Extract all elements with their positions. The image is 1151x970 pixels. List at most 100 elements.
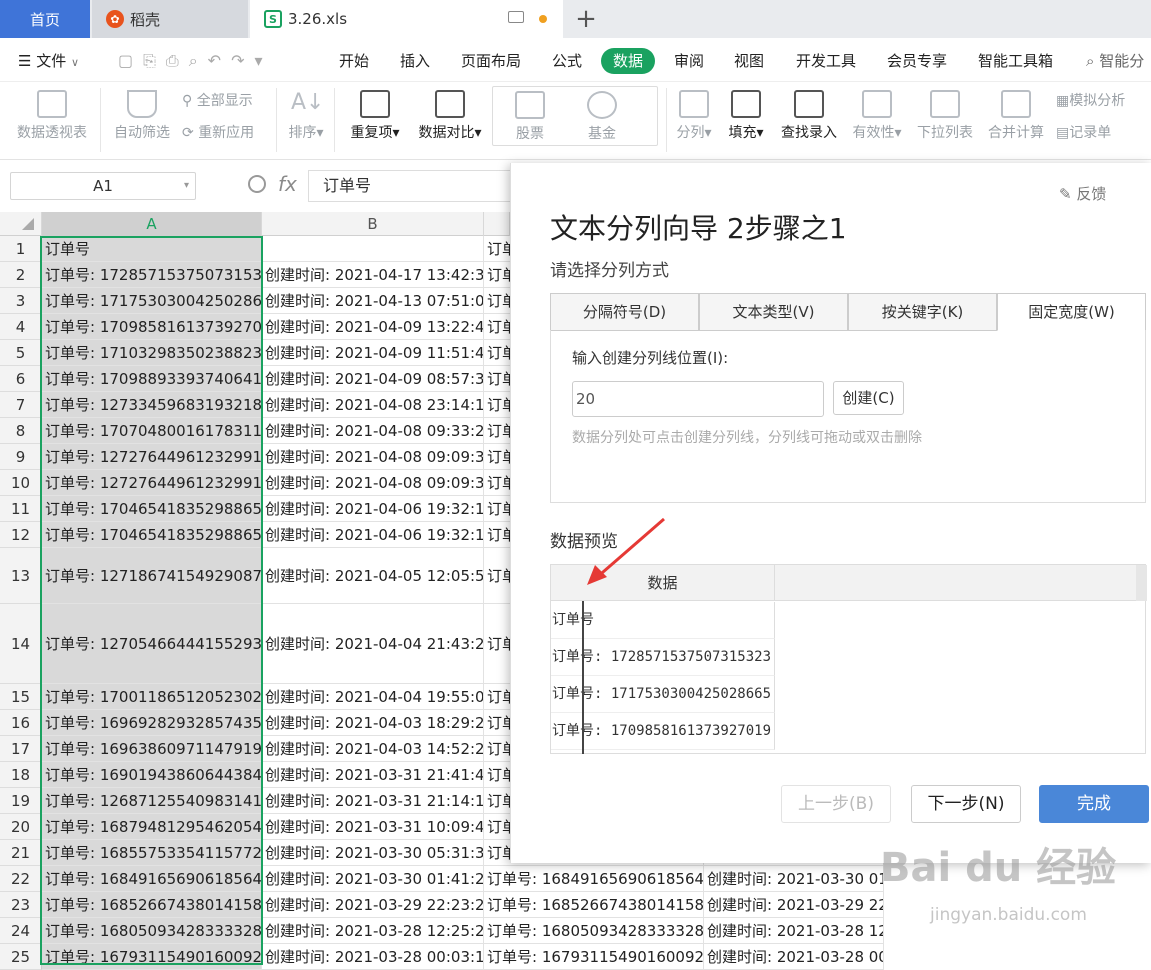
cell-c[interactable]: 订单号: 1685266743801415868 (484, 892, 704, 918)
tab-keyword[interactable]: 按关键字(K) (848, 293, 997, 331)
feedback-button[interactable]: ✎ 反馈 (1059, 183, 1106, 204)
cell-a[interactable]: 订单号: 1696928293285743574 (42, 710, 262, 736)
cell-b[interactable]: 创建时间: 2021-03-28 12:25:22 (262, 918, 484, 944)
cell-a[interactable]: 订单号: 1268712554098314196 (42, 788, 262, 814)
cell-b[interactable]: 创建时间: 2021-04-04 19:55:05 (262, 684, 484, 710)
tab-fixed-width[interactable]: 固定宽度(W) (997, 293, 1146, 331)
cell-b[interactable]: 创建时间: 2021-03-31 21:41:47 (262, 762, 484, 788)
create-split-button[interactable]: 创建(C) (833, 381, 904, 415)
smart-search[interactable]: ⌕ 智能分 (1086, 48, 1144, 74)
cell-b[interactable]: 创建时间: 2021-04-09 08:57:34 (262, 366, 484, 392)
cell-b[interactable]: 创建时间: 2021-04-08 09:09:38 (262, 470, 484, 496)
cell-d[interactable]: 创建时间: 2021-03-28 12:25:22 (704, 918, 884, 944)
fund-button[interactable]: 基金 (577, 91, 627, 143)
next-step-button[interactable]: 下一步(N) (911, 785, 1021, 823)
cell-b[interactable]: 创建时间: 2021-04-08 09:33:23 (262, 418, 484, 444)
menu-data[interactable]: 数据 (601, 48, 656, 74)
cell-a[interactable]: 订单号: 1704654183529886533 (42, 522, 262, 548)
cell-d[interactable]: 创建时间: 2021-03-29 22:23:25 (704, 892, 884, 918)
cell-b[interactable]: 创建时间: 2021-04-05 12:05:54 (262, 548, 484, 604)
cell-b[interactable]: 创建时间: 2021-04-08 23:14:18 (262, 392, 484, 418)
cell-a[interactable]: 订单号: 1271867415492908794 (42, 548, 262, 604)
simulate-analysis-button[interactable]: ▦模拟分析 (1056, 90, 1146, 110)
row-header[interactable]: 23 (0, 892, 42, 918)
menu-member[interactable]: 会员专享 (887, 48, 947, 74)
cell-a[interactable]: 订单号: 1687948129546205420 (42, 814, 262, 840)
column-header-c[interactable] (484, 212, 510, 236)
row-header[interactable]: 20 (0, 814, 42, 840)
formula-input[interactable]: 订单号 (308, 170, 518, 202)
row-header[interactable]: 6 (0, 366, 42, 392)
cell-a[interactable]: 订单号: 1685266743801415868 (42, 892, 262, 918)
row-header[interactable]: 16 (0, 710, 42, 736)
menu-view[interactable]: 视图 (734, 48, 764, 74)
name-box[interactable]: A1 ▾ (10, 172, 196, 200)
row-header[interactable]: 10 (0, 470, 42, 496)
monitor-icon[interactable] (508, 11, 524, 23)
cell-c[interactable]: 订单号: 1680509342833332868 (484, 918, 704, 944)
cell-b[interactable]: 创建时间: 2021-04-03 14:52:28 (262, 736, 484, 762)
row-header[interactable]: 21 (0, 840, 42, 866)
row-header[interactable]: 17 (0, 736, 42, 762)
cell-c[interactable]: 订单号: 1679311549016009254 (484, 944, 704, 970)
pivot-table-button[interactable]: 数据透视表 (12, 90, 92, 142)
cell-b[interactable]: 创建时间: 2021-04-09 13:22:42 (262, 314, 484, 340)
dropdown-list-button[interactable]: 下拉列表 (914, 90, 976, 142)
cell-d[interactable]: 创建时间: 2021-03-28 00:03:10 (704, 944, 884, 970)
row-header[interactable]: 13 (0, 548, 42, 604)
row-header[interactable]: 25 (0, 944, 42, 970)
quick-access-toolbar[interactable]: ▢⎘⎙⌕↶↷▾ (118, 48, 273, 74)
menu-file[interactable]: ☰ 文件 ∨ (18, 48, 79, 74)
merge-calc-button[interactable]: 合并计算 (984, 90, 1048, 142)
split-button[interactable]: 分列▾ (674, 90, 714, 142)
row-header[interactable]: 9 (0, 444, 42, 470)
cell-a[interactable]: 订单号: 1700118651205230223 (42, 684, 262, 710)
cell-b[interactable]: 创建时间: 2021-04-04 21:43:25 (262, 604, 484, 684)
cell-b[interactable]: 创建时间: 2021-04-13 07:51:03 (262, 288, 484, 314)
stock-fund-gallery[interactable]: 股票 基金 (492, 86, 658, 146)
finish-button[interactable]: 完成 (1039, 785, 1149, 823)
menu-smart-toolbox[interactable]: 智能工具箱 (978, 48, 1053, 74)
cell-b[interactable]: 创建时间: 2021-04-06 19:32:12 (262, 496, 484, 522)
new-tab-button[interactable]: + (570, 0, 602, 38)
tab-daoke[interactable]: ✿ 稻壳 (92, 0, 248, 38)
cell-a[interactable]: 订单号: 1710329835023882323 (42, 340, 262, 366)
cell-a[interactable]: 订单号: 1685575335411577252 (42, 840, 262, 866)
row-header[interactable]: 18 (0, 762, 42, 788)
cell-a[interactable]: 订单号: 1690194386064438434 (42, 762, 262, 788)
duplicate-button[interactable]: 重复项▾ (344, 90, 406, 142)
cell-a[interactable]: 订单号: 1696386097114791925 (42, 736, 262, 762)
cell-a[interactable]: 订单号: 1707048001617831106 (42, 418, 262, 444)
reapply-button[interactable]: ⟳ 重新应用 (182, 122, 268, 142)
cell-a[interactable]: 订单号: 1270546644415529386 (42, 604, 262, 684)
column-header-a[interactable]: A (42, 212, 262, 236)
cell-a[interactable]: 订单号: 1679311549016009254 (42, 944, 262, 970)
row-header[interactable]: 4 (0, 314, 42, 340)
cell-b[interactable]: 创建时间: 2021-04-03 18:29:20 (262, 710, 484, 736)
cell-a[interactable]: 订单号: 1272764496123299183 (42, 444, 262, 470)
prev-step-button[interactable]: 上一步(B) (781, 785, 891, 823)
row-header[interactable]: 11 (0, 496, 42, 522)
cell-b[interactable]: 创建时间: 2021-03-30 01:41:23 (262, 866, 484, 892)
cell-a[interactable]: 订单号: 1680509342833332868 (42, 918, 262, 944)
row-header[interactable]: 22 (0, 866, 42, 892)
row-header[interactable]: 8 (0, 418, 42, 444)
cell-a[interactable]: 订单号: 1273345968319321885 (42, 392, 262, 418)
cell-b[interactable]: 创建时间: 2021-03-28 00:03:10 (262, 944, 484, 970)
row-header[interactable]: 24 (0, 918, 42, 944)
cell-b[interactable]: 创建时间: 2021-03-31 10:09:44 (262, 814, 484, 840)
tab-home[interactable]: 首页 (0, 0, 90, 38)
cell-b[interactable]: 创建时间: 2021-03-30 05:31:39 (262, 840, 484, 866)
data-compare-button[interactable]: 数据对比▾ (414, 90, 486, 142)
cell-a[interactable]: 订单号: 1709889339374064128 (42, 366, 262, 392)
cell-b[interactable]: 创建时间: 2021-04-08 09:09:38 (262, 444, 484, 470)
menu-formula[interactable]: 公式 (552, 48, 582, 74)
menu-insert[interactable]: 插入 (400, 48, 430, 74)
row-header[interactable]: 14 (0, 604, 42, 684)
split-line[interactable] (582, 601, 584, 754)
fill-button[interactable]: 填充▾ (724, 90, 768, 142)
cell-a[interactable]: 订单号: 1728571537507315323 (42, 262, 262, 288)
menu-developer[interactable]: 开发工具 (796, 48, 856, 74)
row-header[interactable]: 3 (0, 288, 42, 314)
cell-b[interactable]: 创建时间: 2021-03-29 22:23:25 (262, 892, 484, 918)
